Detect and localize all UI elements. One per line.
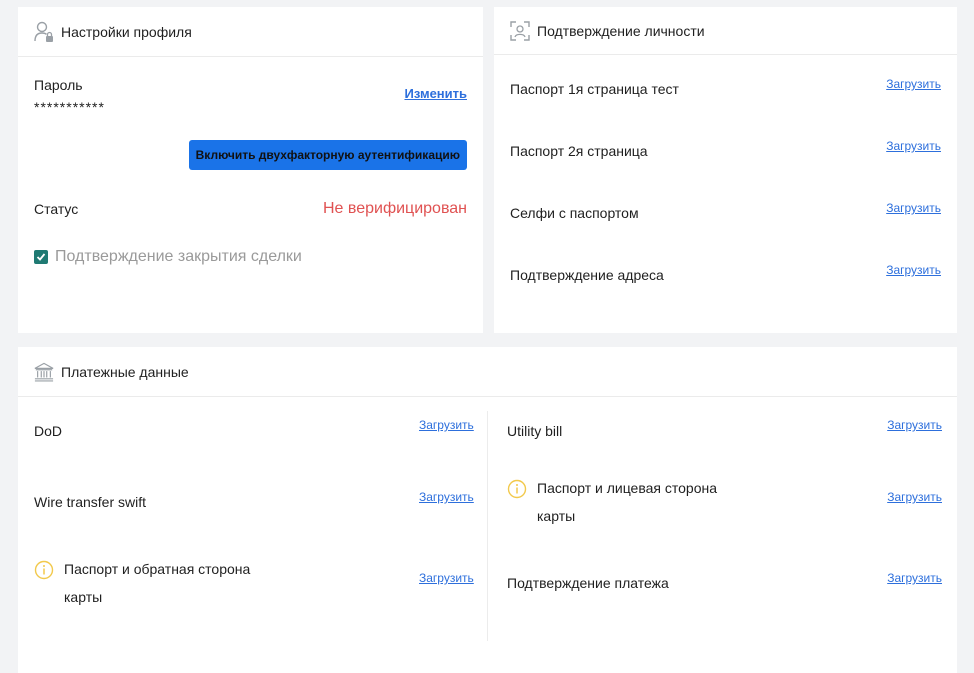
payment-upload-link[interactable]: Загрузить (887, 490, 942, 504)
profile-settings-card: Настройки профиля Пароль *********** Изм… (18, 7, 483, 333)
bank-icon (34, 361, 54, 383)
payment-upload-link[interactable]: Загрузить (887, 418, 942, 432)
payment-upload-link[interactable]: Загрузить (887, 571, 942, 585)
password-value: *********** (34, 99, 105, 115)
payment-item-label: Паспорт и лицевая сторона (537, 480, 718, 496)
deal-confirm-checkbox[interactable] (34, 250, 48, 264)
payment-data-header: Платежные данные (18, 347, 957, 397)
payment-item-label: Паспорт и обратная сторона (64, 561, 251, 577)
user-lock-icon (34, 21, 54, 43)
identity-upload-link[interactable]: Загрузить (886, 139, 941, 153)
identity-verification-title: Подтверждение личности (537, 22, 705, 39)
deal-confirm-row: Подтверждение закрытия сделки (34, 248, 302, 266)
face-scan-icon (510, 20, 530, 42)
identity-verification-header: Подтверждение личности (494, 7, 957, 55)
payment-data-card: Платежные данные DoD Загрузить Wire tran… (18, 347, 957, 673)
deal-confirm-label: Подтверждение закрытия сделки (55, 248, 302, 265)
identity-upload-link[interactable]: Загрузить (886, 263, 941, 277)
payment-item-label-cont: карты (64, 589, 103, 605)
payment-item-label: DoD (34, 423, 63, 439)
payment-item-label: Wire transfer swift (34, 494, 147, 510)
enable-2fa-button[interactable]: Включить двухфакторную аутентификацию (188, 140, 467, 170)
check-icon (36, 253, 46, 261)
status-badge: Не верифицирован (322, 200, 467, 217)
identity-item-label: Подтверждение адреса (510, 267, 664, 283)
payment-item-label: Utility bill (507, 423, 563, 439)
identity-upload-link[interactable]: Загрузить (886, 201, 941, 215)
payment-upload-link[interactable]: Загрузить (419, 418, 474, 432)
payment-upload-link[interactable]: Загрузить (419, 490, 474, 504)
identity-verification-card: Подтверждение личности Паспорт 1я страни… (494, 7, 957, 333)
payment-upload-link[interactable]: Загрузить (419, 571, 474, 585)
identity-item-label: Селфи с паспортом (510, 205, 639, 221)
payment-data-title: Платежные данные (61, 363, 189, 380)
identity-item-label: Паспорт 2я страница (510, 143, 648, 159)
info-icon (507, 479, 527, 499)
password-label: Пароль (34, 77, 83, 93)
change-password-link[interactable]: Изменить (404, 86, 467, 101)
info-icon (34, 560, 54, 580)
identity-item-label: Паспорт 1я страница тест (510, 81, 679, 97)
column-divider (487, 411, 488, 641)
payment-item-label: Подтверждение платежа (507, 575, 669, 591)
identity-upload-link[interactable]: Загрузить (886, 77, 941, 91)
profile-settings-header: Настройки профиля (18, 7, 483, 57)
status-label: Статус (34, 201, 79, 217)
payment-item-label-cont: карты (537, 508, 576, 524)
profile-settings-title: Настройки профиля (61, 23, 192, 40)
